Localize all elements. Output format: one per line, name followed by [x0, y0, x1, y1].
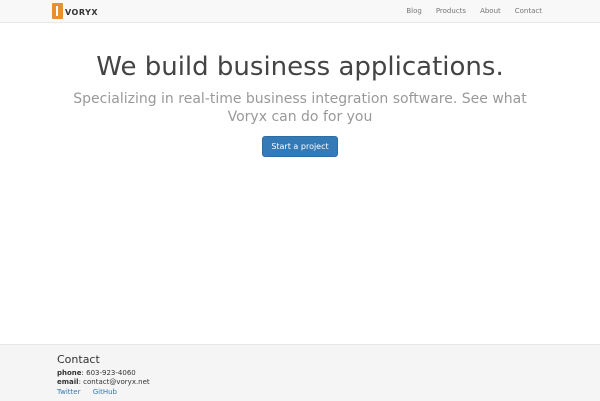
voryx-logo-icon	[52, 3, 63, 19]
footer: Contact phone: 603-923-4060 email: conta…	[0, 344, 600, 401]
phone-label: phone	[57, 369, 82, 377]
github-link[interactable]: GitHub	[93, 388, 117, 396]
footer-contact: Contact phone: 603-923-4060 email: conta…	[57, 353, 150, 397]
email-value: contact@voryx.net	[83, 378, 150, 386]
hero-section: We build business applications. Speciali…	[0, 52, 600, 157]
brand-logo-link[interactable]: VORYX	[52, 3, 98, 19]
footer-phone: phone: 603-923-4060	[57, 369, 136, 377]
footer-email: email: contact@voryx.net	[57, 378, 150, 386]
footer-links: Twitter GitHub	[57, 388, 150, 397]
nav-link-contact[interactable]: Contact	[515, 7, 542, 15]
footer-title: Contact	[57, 353, 100, 366]
hero-title: We build business applications.	[96, 52, 504, 82]
phone-value: 603-923-4060	[86, 369, 136, 377]
start-project-button[interactable]: Start a project	[262, 136, 338, 157]
main-nav: Blog Products About Contact	[392, 0, 542, 22]
nav-link-products[interactable]: Products	[436, 7, 466, 15]
brand-name: VORYX	[65, 8, 99, 17]
hero-subtitle: Specializing in real-time business integ…	[73, 91, 527, 125]
navbar: VORYX Blog Products About Contact	[0, 0, 600, 23]
nav-link-about[interactable]: About	[480, 7, 501, 15]
twitter-link[interactable]: Twitter	[57, 388, 80, 396]
email-label: email	[57, 378, 79, 386]
nav-link-blog[interactable]: Blog	[406, 7, 421, 15]
